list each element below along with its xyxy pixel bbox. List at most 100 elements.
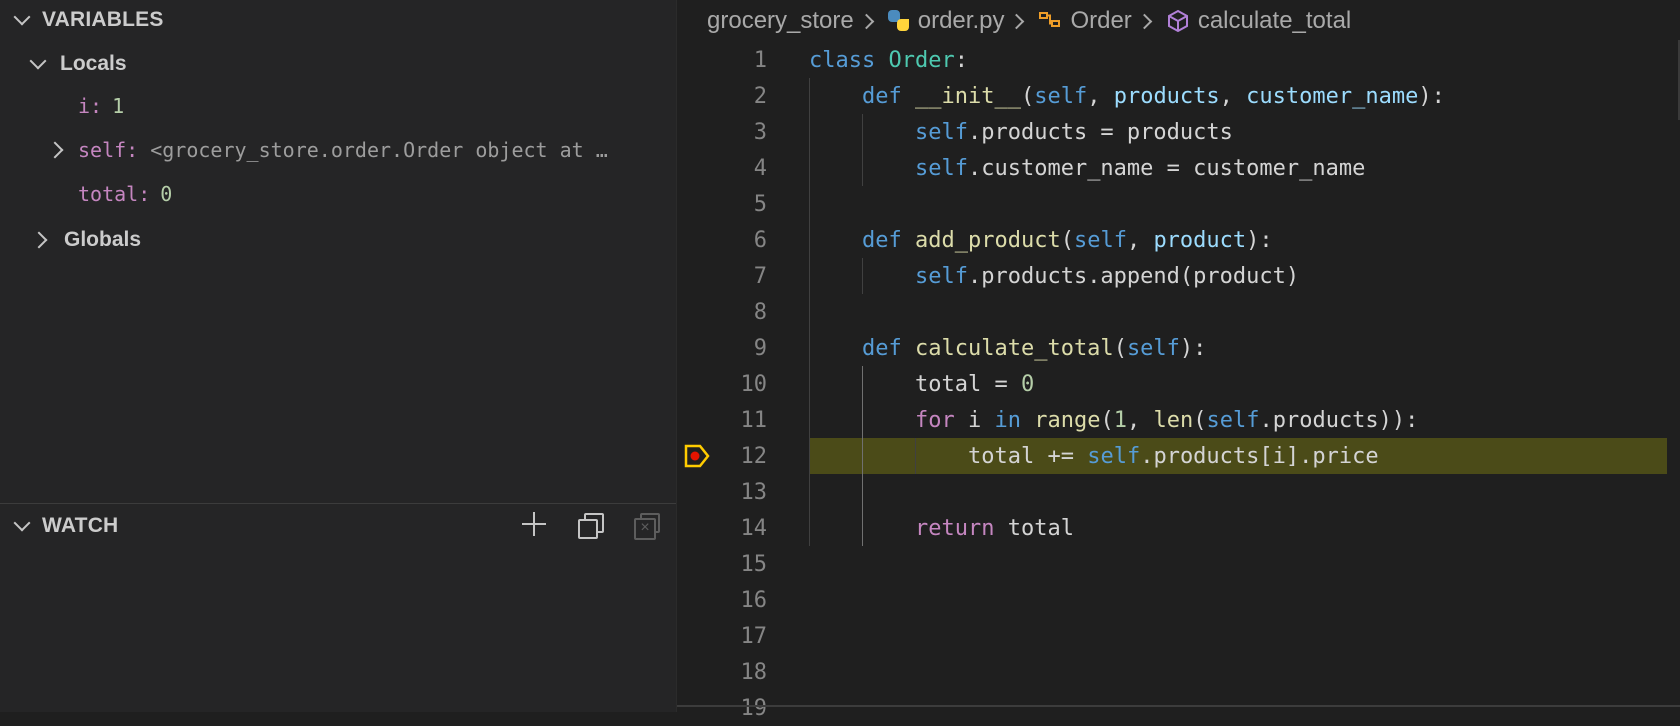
line-number[interactable]: 10 [717,372,768,397]
line-number[interactable]: 16 [717,588,768,613]
code-editor: grocery_store order.py Order calculate_t… [677,0,1680,721]
code-token: ( [1100,407,1114,433]
line-number[interactable]: 11 [717,408,768,433]
line-number[interactable]: 7 [717,264,767,289]
code-text: class Order: [809,48,968,73]
indent-guide [809,294,810,330]
code-line[interactable]: 4 self.customer_name = customer_name [677,150,1680,186]
variable-row-self[interactable]: self: <grocery_store.order.Order object … [50,130,608,170]
code-line[interactable]: 5 [677,186,1680,222]
indent-guide [809,330,810,366]
indent-guide [809,150,810,186]
code-token: self [1034,83,1088,109]
indent-guide [809,258,810,294]
line-number[interactable]: 12 [717,444,768,469]
line-number[interactable]: 17 [717,624,768,649]
code-text: total += self.products[i].price [968,444,1379,469]
code-line[interactable]: 14 return total [677,510,1680,546]
indent-guide [809,78,810,114]
code-text: def add_product(self, product): [862,228,1273,253]
variable-row-total[interactable]: total: 0 [78,174,172,214]
code-token: add_product [915,227,1061,253]
indent-guide [809,510,810,546]
breakpoint-current-frame-icon[interactable] [683,442,711,470]
code-token: , [1126,227,1154,253]
code-token: 0 [1020,371,1035,397]
tree-item-globals[interactable]: Globals [34,220,141,260]
breadcrumb: grocery_store order.py Order calculate_t… [707,0,1351,42]
breadcrumb-file[interactable]: order.py [918,7,1005,35]
variable-value: <grocery_store.order.Order object at … [150,138,608,162]
code-line[interactable]: 10 total = 0 [677,366,1680,402]
breadcrumb-folder[interactable]: grocery_store [707,7,854,35]
chevron-right-icon [1142,16,1152,26]
code-line[interactable]: 9 def calculate_total(self): [677,330,1680,366]
indent-guide [809,366,810,402]
code-line[interactable]: 12 total += self.products[i].price [677,438,1680,474]
variable-value: 0 [160,182,173,206]
code-token: ( [1113,335,1127,361]
breadcrumb-method[interactable]: calculate_total [1198,7,1351,35]
code-token: ( [1060,227,1074,253]
indent-guide [862,438,863,474]
code-line[interactable]: 11 for i in range(1, len(self.products)): [677,402,1680,438]
breadcrumb-class[interactable]: Order [1070,7,1131,35]
indent-guide [809,474,810,510]
code-token: product [1153,227,1247,253]
code-line[interactable]: 17 [677,618,1680,654]
line-number[interactable]: 5 [717,192,767,217]
indent-guide [809,222,810,258]
line-number[interactable]: 6 [717,228,767,253]
indent-guide [862,510,863,546]
code-line[interactable]: 19 [677,690,1680,726]
code-token: .products.append(product) [967,263,1300,289]
remove-all-expressions-icon[interactable] [632,510,660,540]
line-number[interactable]: 13 [717,480,768,505]
code-text: return total [915,516,1074,541]
code-line[interactable]: 3 self.products = products [677,114,1680,150]
add-expression-icon[interactable] [520,510,548,538]
code-line[interactable]: 16 [677,582,1680,618]
code-line[interactable]: 13 [677,474,1680,510]
chevron-right-icon [34,233,48,247]
variable-name: i: [78,94,103,118]
indent-guide [862,258,863,294]
python-file-icon [887,10,910,32]
collapse-all-icon[interactable] [576,510,604,539]
code-token: ( [1193,407,1207,433]
indent-guide [809,186,810,222]
line-number[interactable]: 19 [717,696,768,721]
code-line[interactable]: 6 def add_product(self, product): [677,222,1680,258]
code-line[interactable]: 8 [677,294,1680,330]
code-line[interactable]: 2 def __init__(self, products, customer_n… [677,78,1680,114]
line-number[interactable]: 18 [717,660,768,685]
line-number[interactable]: 9 [717,336,767,361]
code-token: for [915,407,955,433]
code-text: self.products = products [915,120,1233,145]
line-number[interactable]: 2 [717,84,767,109]
line-number[interactable]: 1 [717,48,767,73]
code-line[interactable]: 15 [677,546,1680,582]
variable-name: total: [78,182,151,206]
code-token: __init__ [915,83,1021,109]
line-number[interactable]: 14 [717,516,768,541]
code-line[interactable]: 1 class Order: [677,42,1680,78]
line-number[interactable]: 15 [717,552,768,577]
code-line[interactable]: 18 [677,654,1680,690]
variables-header[interactable]: VARIABLES [0,0,676,40]
editor-scrollbar[interactable] [1668,40,1680,120]
symbol-method-icon [1167,9,1188,33]
variable-row-i[interactable]: i: 1 [78,86,124,126]
tree-item-locals[interactable]: Locals [30,44,127,84]
line-number[interactable]: 4 [717,156,767,181]
line-number[interactable]: 3 [717,120,767,145]
code-token: ( [1020,83,1035,109]
code-line[interactable]: 7 self.products.append(product) [677,258,1680,294]
indent-guide [809,114,810,150]
code-token: , [1126,407,1154,433]
line-number[interactable]: 8 [717,300,767,325]
